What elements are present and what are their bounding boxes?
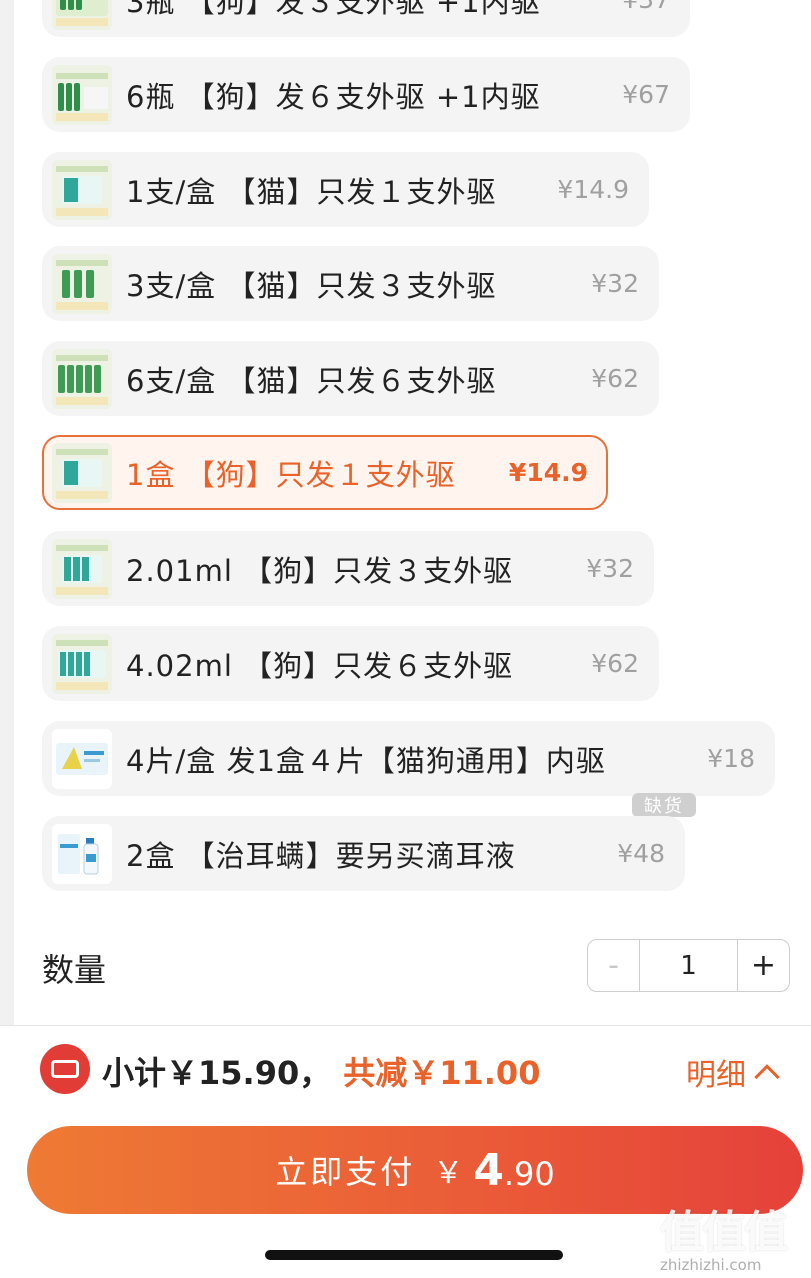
detail-toggle[interactable]: 明细 <box>686 1050 780 1094</box>
product-thumbnail <box>52 64 112 125</box>
sku-name: 6支/盒 【猫】只发６支外驱 <box>126 363 497 398</box>
sku-price: ¥32 <box>586 554 634 583</box>
sku-option-selected[interactable]: 1盒 【狗】只发１支外驱 ¥14.9 <box>42 435 608 510</box>
sku-option[interactable]: 3支/盒 【猫】只发３支外驱 ¥32 <box>42 246 659 321</box>
sku-price: ¥62 <box>591 649 639 678</box>
watermark-url: zhizhizhi.com <box>660 1256 762 1274</box>
increment-button[interactable]: + <box>737 940 789 991</box>
quantity-stepper: - 1 + <box>587 939 790 992</box>
sku-option-list: 3瓶 【狗】发３支外驱 +1内驱 ¥37 6瓶 【狗】发６支外驱 +1内驱 ¥6… <box>0 0 811 1025</box>
product-thumbnail <box>52 159 112 220</box>
product-thumbnail <box>52 0 112 30</box>
product-thumbnail <box>52 538 112 599</box>
quantity-value[interactable]: 1 <box>640 940 737 991</box>
subtotal-text: 小计￥15.90， <box>102 1054 332 1092</box>
sku-price: ¥67 <box>622 80 670 109</box>
sku-option[interactable]: 6瓶 【狗】发６支外驱 +1内驱 ¥67 <box>42 57 690 132</box>
sku-name: 3瓶 【狗】发３支外驱 +1内驱 <box>126 0 541 19</box>
sku-price: ¥14.9 <box>557 175 629 204</box>
home-indicator[interactable] <box>265 1250 563 1260</box>
product-thumbnail <box>52 348 112 409</box>
sku-option[interactable]: 2盒 【治耳螨】要另买滴耳液 ¥48 <box>42 816 685 891</box>
sku-option[interactable]: 4片/盒 发1盒４片【猫狗通用】内驱 ¥18 <box>42 721 775 796</box>
product-thumbnail <box>52 253 112 314</box>
sku-name: 4.02ml 【狗】只发６支外驱 <box>126 648 514 683</box>
price-summary: 小计￥15.90， 共减￥11.00 <box>102 1048 540 1094</box>
sku-name: 6瓶 【狗】发６支外驱 +1内驱 <box>126 79 541 114</box>
pay-amount-decimal: .90 <box>503 1155 555 1193</box>
chevron-up-icon <box>754 1064 780 1090</box>
sku-option[interactable]: 1支/盒 【猫】只发１支外驱 ¥14.9 <box>42 152 649 227</box>
sku-option[interactable]: 6支/盒 【猫】只发６支外驱 ¥62 <box>42 341 659 416</box>
decrement-button[interactable]: - <box>588 940 640 991</box>
discount-text: 共减￥11.00 <box>343 1054 541 1092</box>
watermark-logo: 值值值 <box>660 1207 788 1258</box>
pay-amount-integer: 4 <box>473 1144 504 1196</box>
watermark: 值值值 zhizhizhi.com <box>660 1196 810 1276</box>
detail-label: 明细 <box>686 1058 746 1093</box>
sku-price: ¥18 <box>707 744 755 773</box>
sku-option[interactable]: 2.01ml 【狗】只发３支外驱 ¥32 <box>42 531 654 606</box>
sku-name: 4片/盒 发1盒４片【猫狗通用】内驱 <box>126 743 606 778</box>
sku-name: 3支/盒 【猫】只发３支外驱 <box>126 268 497 303</box>
sku-price: ¥37 <box>622 0 670 14</box>
pay-currency: ￥ <box>433 1156 464 1191</box>
checkout-bar: 小计￥15.90， 共减￥11.00 明细 立即支付 ￥ 4 .90 值值值 zh… <box>0 1025 811 1278</box>
out-of-stock-badge: 缺货 <box>632 793 696 817</box>
product-thumbnail <box>52 633 112 694</box>
product-thumbnail <box>52 823 112 884</box>
sku-price: ¥62 <box>591 364 639 393</box>
sku-price: ¥32 <box>591 269 639 298</box>
quantity-label: 数量 <box>42 951 107 989</box>
sku-price: ¥48 <box>617 839 665 868</box>
sku-name: 1盒 【狗】只发１支外驱 <box>126 457 456 492</box>
sku-price: ¥14.9 <box>508 458 588 487</box>
product-thumbnail <box>52 442 112 503</box>
sku-name: 2.01ml 【狗】只发３支外驱 <box>126 553 514 588</box>
sku-name: 1支/盒 【猫】只发１支外驱 <box>126 174 497 209</box>
pay-label: 立即支付 <box>275 1153 416 1191</box>
sku-option[interactable]: 4.02ml 【狗】只发６支外驱 ¥62 <box>42 626 659 701</box>
coupon-icon <box>40 1044 90 1094</box>
product-thumbnail <box>52 728 112 789</box>
sku-name: 2盒 【治耳螨】要另买滴耳液 <box>126 838 516 873</box>
sku-option[interactable]: 3瓶 【狗】发３支外驱 +1内驱 ¥37 <box>42 0 690 37</box>
